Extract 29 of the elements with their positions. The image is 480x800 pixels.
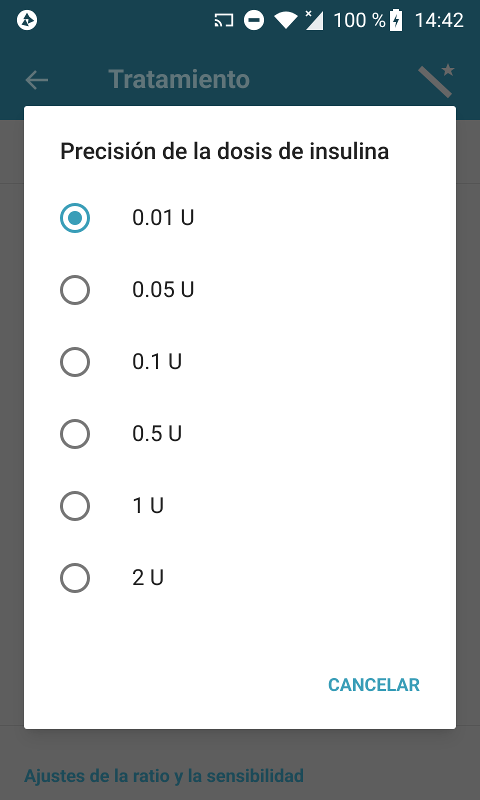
do-not-disturb-icon xyxy=(242,9,265,31)
option-label: 0.5 U xyxy=(132,420,182,448)
option-label: 1 U xyxy=(132,492,164,520)
dialog-title: Precisión de la dosis de insulina xyxy=(60,137,391,167)
radio-button[interactable] xyxy=(60,347,90,377)
radio-option[interactable]: 0.01 U xyxy=(24,182,456,254)
option-label: 0.1 U xyxy=(132,348,182,376)
radio-button[interactable] xyxy=(60,419,90,449)
clock-time: 14:42 xyxy=(414,7,464,34)
radio-button[interactable] xyxy=(60,563,90,593)
back-arrow-icon xyxy=(24,69,50,91)
radio-button[interactable] xyxy=(60,203,90,233)
wifi-icon xyxy=(272,10,299,30)
signal-icon xyxy=(302,9,325,31)
option-label: 0.01 U xyxy=(132,204,195,232)
battery-percentage: 100 % xyxy=(332,7,386,34)
option-label: 0.05 U xyxy=(132,276,195,304)
radio-button[interactable] xyxy=(60,275,90,305)
option-label: 2 U xyxy=(132,564,164,592)
radio-option[interactable]: 0.1 U xyxy=(24,326,456,398)
section-header: Ajustes de la ratio y la sensibilidad xyxy=(24,766,304,787)
screen-title: Tratamiento xyxy=(108,64,250,96)
radio-option[interactable]: 0.5 U xyxy=(24,398,456,470)
radio-option[interactable]: 2 U xyxy=(24,542,456,614)
radio-option[interactable]: 1 U xyxy=(24,470,456,542)
radio-option[interactable]: 0.05 U xyxy=(24,254,456,326)
radio-button[interactable] xyxy=(60,491,90,521)
battery-charging-icon xyxy=(390,9,402,31)
aperture-icon xyxy=(16,9,38,31)
